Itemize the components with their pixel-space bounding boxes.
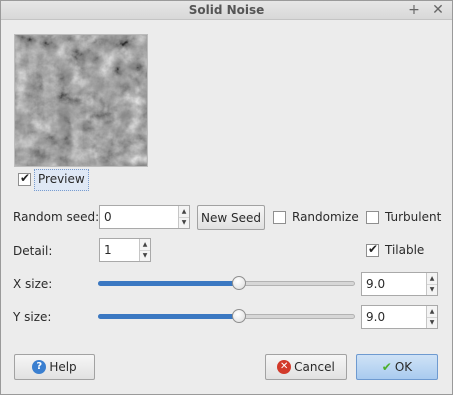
x-size-label: X size: — [13, 277, 53, 291]
random-seed-spinner[interactable]: 0 ▲ ▼ — [99, 205, 190, 229]
tilable-checkbox[interactable]: ✔ — [366, 242, 379, 257]
random-seed-arrows: ▲ ▼ — [178, 206, 189, 228]
tilable-label[interactable]: Tilable — [385, 243, 424, 257]
slider-knob[interactable] — [232, 309, 246, 323]
ok-label: OK — [394, 360, 413, 374]
title-bar[interactable]: Solid Noise + ✕ — [1, 1, 452, 20]
x-size-spinner[interactable]: 9.0 ▲ ▼ — [361, 272, 438, 296]
detail-arrows: ▲ ▼ — [139, 239, 150, 261]
turbulent-label[interactable]: Turbulent — [385, 210, 441, 224]
random-seed-value[interactable]: 0 — [104, 210, 112, 224]
y-size-spinner[interactable]: 9.0 ▲ ▼ — [361, 305, 438, 329]
x-size-arrows: ▲ ▼ — [426, 273, 437, 295]
detail-spinner[interactable]: 1 ▲ ▼ — [99, 238, 151, 262]
slider-knob[interactable] — [232, 276, 246, 290]
y-size-arrows: ▲ ▼ — [426, 306, 437, 328]
spin-down-icon[interactable]: ▼ — [427, 317, 437, 328]
check-icon: ✔ — [20, 171, 31, 185]
slider-fill — [98, 314, 239, 319]
cancel-label: Cancel — [294, 360, 335, 374]
spin-down-icon[interactable]: ▼ — [179, 217, 189, 228]
ok-check-icon: ✔ — [381, 360, 392, 374]
random-seed-label: Random seed: — [13, 210, 100, 224]
pin-icon[interactable]: + — [406, 2, 422, 18]
y-size-value[interactable]: 9.0 — [366, 310, 385, 324]
turbulent-checkbox[interactable] — [366, 211, 379, 224]
help-icon: ? — [32, 359, 47, 374]
ok-button[interactable]: ✔ OK — [356, 354, 438, 380]
check-icon: ✔ — [368, 242, 379, 256]
window-title: Solid Noise — [188, 3, 265, 17]
randomize-checkbox[interactable] — [273, 211, 286, 224]
noise-preview-image — [15, 35, 147, 166]
x-size-slider[interactable] — [98, 273, 355, 293]
spin-down-icon[interactable]: ▼ — [140, 250, 150, 261]
help-button[interactable]: ? Help — [14, 354, 95, 380]
y-size-label: Y size: — [13, 310, 52, 324]
slider-fill — [98, 281, 239, 286]
x-size-value[interactable]: 9.0 — [366, 277, 385, 291]
spin-down-icon[interactable]: ▼ — [427, 284, 437, 295]
detail-label: Detail: — [13, 244, 53, 258]
solid-noise-dialog: Solid Noise + ✕ ✔ Preview Random seed: 0… — [0, 0, 453, 395]
randomize-label[interactable]: Randomize — [292, 210, 359, 224]
help-label: Help — [49, 360, 77, 374]
noise-preview — [14, 34, 148, 167]
cancel-icon: ✕ — [277, 359, 292, 374]
cancel-button[interactable]: ✕ Cancel — [265, 354, 347, 380]
detail-value[interactable]: 1 — [104, 243, 112, 257]
preview-label[interactable]: Preview — [34, 169, 89, 191]
y-size-slider[interactable] — [98, 306, 355, 326]
new-seed-button[interactable]: New Seed — [197, 205, 265, 230]
close-icon[interactable]: ✕ — [430, 2, 446, 18]
preview-checkbox[interactable]: ✔ — [18, 171, 31, 186]
